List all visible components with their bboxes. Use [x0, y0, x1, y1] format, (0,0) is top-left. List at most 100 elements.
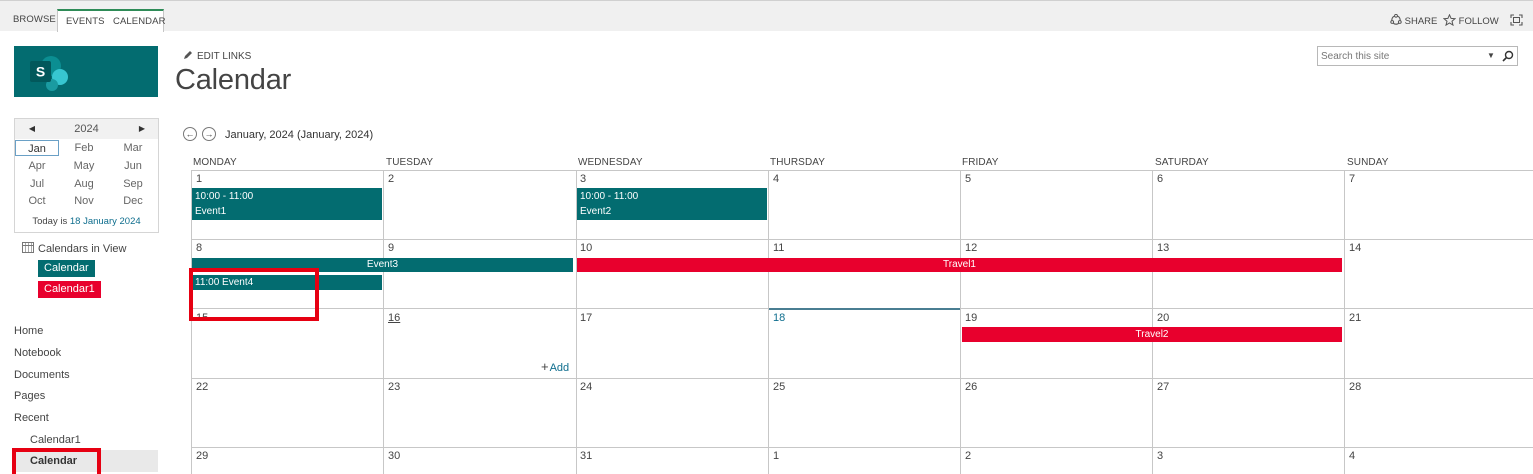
search-input[interactable] — [1321, 49, 1481, 64]
grid-line — [960, 170, 961, 474]
day-number[interactable]: 3 — [580, 173, 586, 186]
calendar-overlay-calendar1[interactable]: Calendar1 — [38, 281, 101, 298]
month-nov[interactable]: Nov — [62, 193, 106, 209]
event-title: Event1 — [195, 206, 227, 217]
follow-label: FOLLOW — [1458, 16, 1499, 27]
event-travel2[interactable]: Travel2 — [962, 327, 1342, 342]
day-number[interactable]: 20 — [1157, 312, 1169, 325]
event-title: Event3 — [366, 259, 399, 270]
day-number[interactable]: 28 — [1349, 381, 1361, 394]
day-number[interactable]: 1 — [773, 450, 779, 463]
event-event2[interactable]: 10:00 - 11:00 Event2 — [577, 188, 767, 220]
tab-calendar[interactable]: CALENDAR — [113, 11, 166, 33]
day-number[interactable]: 10 — [580, 242, 592, 255]
quick-launch-home[interactable]: Home — [14, 324, 43, 338]
month-jul[interactable]: Jul — [15, 176, 59, 192]
day-number[interactable]: 27 — [1157, 381, 1169, 394]
day-number[interactable]: 8 — [196, 242, 202, 255]
day-header-tuesday: TUESDAY — [386, 157, 434, 168]
month-feb[interactable]: Feb — [62, 140, 106, 156]
month-apr[interactable]: Apr — [15, 158, 59, 174]
event-event3[interactable]: Event3 — [192, 258, 573, 272]
event-title: Travel2 — [1135, 329, 1169, 340]
search-icon[interactable] — [1502, 50, 1514, 62]
day-number[interactable]: 2 — [965, 450, 971, 463]
day-number[interactable]: 21 — [1349, 312, 1361, 325]
day-number[interactable]: 7 — [1349, 173, 1355, 186]
day-number[interactable]: 23 — [388, 381, 400, 394]
grid-line — [191, 447, 1533, 448]
day-number[interactable]: 2 — [388, 173, 394, 186]
day-header-saturday: SATURDAY — [1155, 157, 1209, 168]
star-icon — [1442, 13, 1457, 27]
previous-month-button[interactable]: ← — [183, 127, 197, 141]
quick-launch-notebook[interactable]: Notebook — [14, 346, 61, 360]
month-oct[interactable]: Oct — [15, 193, 59, 209]
today-link[interactable]: 18 January 2024 — [70, 216, 141, 227]
month-jun[interactable]: Jun — [111, 158, 155, 174]
day-number[interactable]: 6 — [1157, 173, 1163, 186]
day-number[interactable]: 9 — [388, 242, 394, 255]
sharepoint-logo-icon: S — [30, 56, 68, 91]
day-number[interactable]: 30 — [388, 450, 400, 463]
day-number[interactable]: 12 — [965, 242, 977, 255]
event-label: 11:00 Event4 — [195, 277, 254, 288]
month-may[interactable]: May — [62, 158, 106, 174]
edit-links-button[interactable]: EDIT LINKS — [183, 50, 251, 64]
day-number[interactable]: 3 — [1157, 450, 1163, 463]
quick-launch-documents[interactable]: Documents — [14, 368, 70, 382]
day-number[interactable]: 31 — [580, 450, 592, 463]
day-number[interactable]: 13 — [1157, 242, 1169, 255]
today-day-number[interactable]: 18 — [773, 312, 785, 325]
event-event4[interactable]: 11:00 Event4 — [192, 275, 382, 290]
day-number[interactable]: 24 — [580, 381, 592, 394]
next-month-button[interactable]: → — [202, 127, 216, 141]
event-travel1[interactable]: Event3 Travel1 — [577, 258, 1342, 272]
prev-year-button[interactable]: ◀ — [25, 119, 39, 139]
calendar-overlay-calendar[interactable]: Calendar — [38, 260, 95, 277]
calendars-in-view-label: Calendars in View — [38, 243, 127, 255]
event-time: 10:00 - 11:00 — [580, 191, 639, 202]
quick-launch-pages[interactable]: Pages — [14, 389, 45, 403]
day-header-thursday: THURSDAY — [770, 157, 826, 168]
ribbon: BROWSE EVENTS CALENDAR SHARE FOLLOW — [0, 0, 1533, 33]
tab-events[interactable]: EVENTS — [66, 11, 105, 33]
day-number[interactable]: 16 — [388, 312, 400, 325]
calendar-icon — [22, 242, 34, 253]
month-aug[interactable]: Aug — [62, 176, 106, 192]
grid-line — [1152, 170, 1153, 474]
month-jan[interactable]: Jan — [15, 140, 59, 156]
search-scope-dropdown-icon[interactable]: ▼ — [1487, 51, 1495, 60]
next-year-button[interactable]: ▶ — [135, 119, 149, 139]
logo-letter: S — [36, 64, 45, 80]
tab-browse[interactable]: BROWSE — [13, 9, 56, 32]
day-number[interactable]: 11 — [773, 242, 784, 255]
day-number[interactable]: 4 — [773, 173, 779, 186]
month-mar[interactable]: Mar — [111, 140, 155, 156]
month-sep[interactable]: Sep — [111, 176, 155, 192]
day-number[interactable]: 29 — [196, 450, 208, 463]
day-number[interactable]: 4 — [1349, 450, 1355, 463]
day-number[interactable]: 19 — [965, 312, 977, 325]
day-number[interactable]: 5 — [965, 173, 971, 186]
quick-launch-recent[interactable]: Recent — [14, 411, 49, 425]
day-number[interactable]: 1 — [196, 173, 202, 186]
day-number[interactable]: 15 — [196, 312, 208, 325]
site-logo[interactable]: S — [14, 46, 158, 97]
event-time: 10:00 - 11:00 — [195, 191, 254, 202]
day-number[interactable]: 14 — [1349, 242, 1361, 255]
day-number[interactable]: 26 — [965, 381, 977, 394]
share-button[interactable]: SHARE — [1390, 13, 1437, 28]
quick-launch-calendar1[interactable]: Calendar1 — [30, 433, 81, 447]
quick-launch-calendar[interactable]: Calendar — [14, 450, 158, 472]
day-number[interactable]: 25 — [773, 381, 785, 394]
add-event-link[interactable]: +Add — [541, 360, 569, 375]
follow-button[interactable]: FOLLOW — [1442, 13, 1499, 28]
day-number[interactable]: 22 — [196, 381, 208, 394]
grid-line — [383, 170, 384, 474]
grid-line — [191, 378, 1533, 379]
event-event1[interactable]: 10:00 - 11:00 Event1 — [192, 188, 382, 220]
day-number[interactable]: 17 — [580, 312, 592, 325]
month-dec[interactable]: Dec — [111, 193, 155, 209]
focus-content-button[interactable] — [1510, 14, 1523, 28]
